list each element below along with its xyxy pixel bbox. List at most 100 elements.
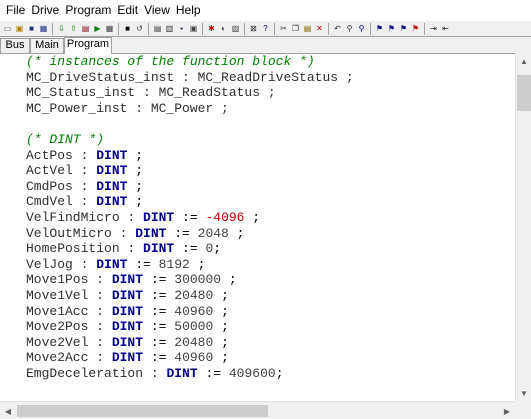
bookmark-clear-icon[interactable]: ⚑ xyxy=(410,23,421,35)
tab-program[interactable]: Program xyxy=(64,37,112,54)
print-icon[interactable]: ▤ xyxy=(152,23,163,35)
menu-help[interactable]: Help xyxy=(173,0,204,20)
code-line: VelOutMicro : DINT := 2048 ; xyxy=(26,226,244,242)
toolbar-separator xyxy=(328,22,329,35)
code-token: VelJog : xyxy=(26,256,97,272)
download-icon[interactable]: ⇩ xyxy=(56,23,67,35)
vertical-scroll-thumb[interactable] xyxy=(517,75,531,111)
find-icon[interactable]: ⚲ xyxy=(344,23,355,35)
horizontal-scroll-thumb[interactable] xyxy=(17,405,268,417)
type-keyword: DINT xyxy=(96,256,128,272)
paste-icon[interactable]: ▤ xyxy=(302,23,313,35)
scrollbar-corner xyxy=(515,401,531,419)
code-line: VelJog : DINT := 8192 ; xyxy=(26,257,205,273)
upload-icon[interactable]: ⇧ xyxy=(68,23,79,35)
menu-drive[interactable]: Drive xyxy=(28,0,62,20)
tab-main[interactable]: Main xyxy=(30,38,64,53)
code-token: := xyxy=(174,241,206,257)
code-line: Move2Acc : DINT := 40960 ; xyxy=(26,350,229,366)
code-token: 300000 xyxy=(174,272,222,288)
undo-icon[interactable]: ↶ xyxy=(332,23,343,35)
code-token: ActVel : xyxy=(26,163,97,179)
find-next-icon[interactable]: ⚲ xyxy=(356,23,367,35)
tab-bus[interactable]: Bus xyxy=(0,38,30,53)
type-keyword: DINT xyxy=(96,194,128,210)
save-all-icon[interactable]: ▦ xyxy=(38,23,49,35)
code-token: := xyxy=(143,334,175,350)
scroll-left-icon[interactable]: ◀ xyxy=(0,403,16,419)
horizontal-scrollbar[interactable]: ◀ ▶ xyxy=(0,401,515,419)
open-icon[interactable]: ▣ xyxy=(14,23,25,35)
step-icon[interactable]: ↺ xyxy=(134,23,145,35)
vertical-scrollbar[interactable]: ▲ ▼ xyxy=(515,53,531,401)
scroll-right-icon[interactable]: ▶ xyxy=(499,403,515,419)
code-line: Move1Pos : DINT := 300000 ; xyxy=(26,272,237,288)
code-token: 50000 xyxy=(174,319,214,335)
delete-icon[interactable]: ✕ xyxy=(314,23,325,35)
type-keyword: DINT xyxy=(135,225,167,241)
scroll-up-icon[interactable]: ▲ xyxy=(516,53,531,69)
code-line: MC_DriveStatus_inst : MC_ReadDriveStatus… xyxy=(26,70,354,86)
indent-icon[interactable]: ⇥ xyxy=(428,23,439,35)
code-token: := xyxy=(166,225,198,241)
code-line: Move2Vel : DINT := 20480 ; xyxy=(26,335,229,351)
code-token: := xyxy=(143,319,175,335)
code-line: (* instances of the function block *) xyxy=(26,54,315,70)
code-token: 2048 xyxy=(197,225,229,241)
print-preview-icon[interactable]: ▥ xyxy=(164,23,175,35)
code-token: ; xyxy=(127,178,144,194)
watch-icon[interactable]: ▧ xyxy=(230,23,241,35)
type-keyword: DINT xyxy=(166,366,198,381)
code-token: Move1Pos : xyxy=(26,272,112,288)
floppy-icon[interactable]: ▪ xyxy=(176,23,187,35)
toolbar-separator xyxy=(370,22,371,35)
toolbar-separator xyxy=(118,22,119,35)
toolbar-separator xyxy=(148,22,149,35)
menu-view[interactable]: View xyxy=(141,0,173,20)
code-token: := xyxy=(143,272,175,288)
bookmark-prev-icon[interactable]: ⚑ xyxy=(398,23,409,35)
code-token: MC_Power_inst : MC_Power ; xyxy=(26,100,229,116)
code-token: ; xyxy=(275,366,284,381)
code-token: ; xyxy=(213,288,229,303)
code-token: ; xyxy=(189,256,206,272)
outdent-icon[interactable]: ⇤ xyxy=(440,23,451,35)
toolbar-separator xyxy=(52,22,53,35)
stop-icon[interactable]: ■ xyxy=(122,23,133,35)
menu-file[interactable]: File xyxy=(3,0,28,20)
code-token: ; xyxy=(244,210,261,225)
run-icon[interactable]: ▶ xyxy=(92,23,103,35)
menu-program[interactable]: Program xyxy=(62,0,114,20)
monitor-icon[interactable]: ▦ xyxy=(104,23,115,35)
code-token: ; xyxy=(213,350,229,366)
type-keyword: DINT xyxy=(96,147,128,163)
code-token: 20480 xyxy=(174,288,214,303)
copy-icon[interactable]: ❐ xyxy=(290,23,301,35)
menu-edit[interactable]: Edit xyxy=(114,0,141,20)
code-token: ; xyxy=(127,147,144,163)
code-token: ; xyxy=(213,334,229,350)
code-token: := xyxy=(143,303,175,319)
help-icon[interactable]: ? xyxy=(260,23,271,35)
type-keyword: DINT xyxy=(111,303,144,319)
bookmark-set-icon[interactable]: ⚑ xyxy=(374,23,385,35)
code-comment: (* instances of the function block *) xyxy=(26,54,315,69)
bookmark-next-icon[interactable]: ⚑ xyxy=(386,23,397,35)
code-token: Move2Pos : xyxy=(26,319,112,335)
debug-icon[interactable]: ✱ xyxy=(206,23,217,35)
code-token: 8192 xyxy=(158,256,190,272)
scroll-down-icon[interactable]: ▼ xyxy=(516,385,531,401)
cut-icon[interactable]: ✂ xyxy=(278,23,289,35)
code-editor[interactable]: (* instances of the function block *) MC_… xyxy=(0,53,515,401)
code-token: VelFindMicro : xyxy=(26,210,144,225)
break-icon[interactable]: ◐ xyxy=(218,23,229,35)
save-icon[interactable]: ■ xyxy=(26,23,37,35)
compile-icon[interactable]: ▤ xyxy=(80,23,91,35)
code-token: MC_DriveStatus_inst : MC_ReadDriveStatus… xyxy=(26,69,354,85)
new-file-icon[interactable]: ▭ xyxy=(2,23,13,35)
properties-icon[interactable]: ▣ xyxy=(188,23,199,35)
code-token: -4096 xyxy=(205,210,245,225)
code-token: Move1Vel : xyxy=(26,288,112,303)
close-window-icon[interactable]: ⊠ xyxy=(248,23,259,35)
code-token: ; xyxy=(213,241,222,257)
